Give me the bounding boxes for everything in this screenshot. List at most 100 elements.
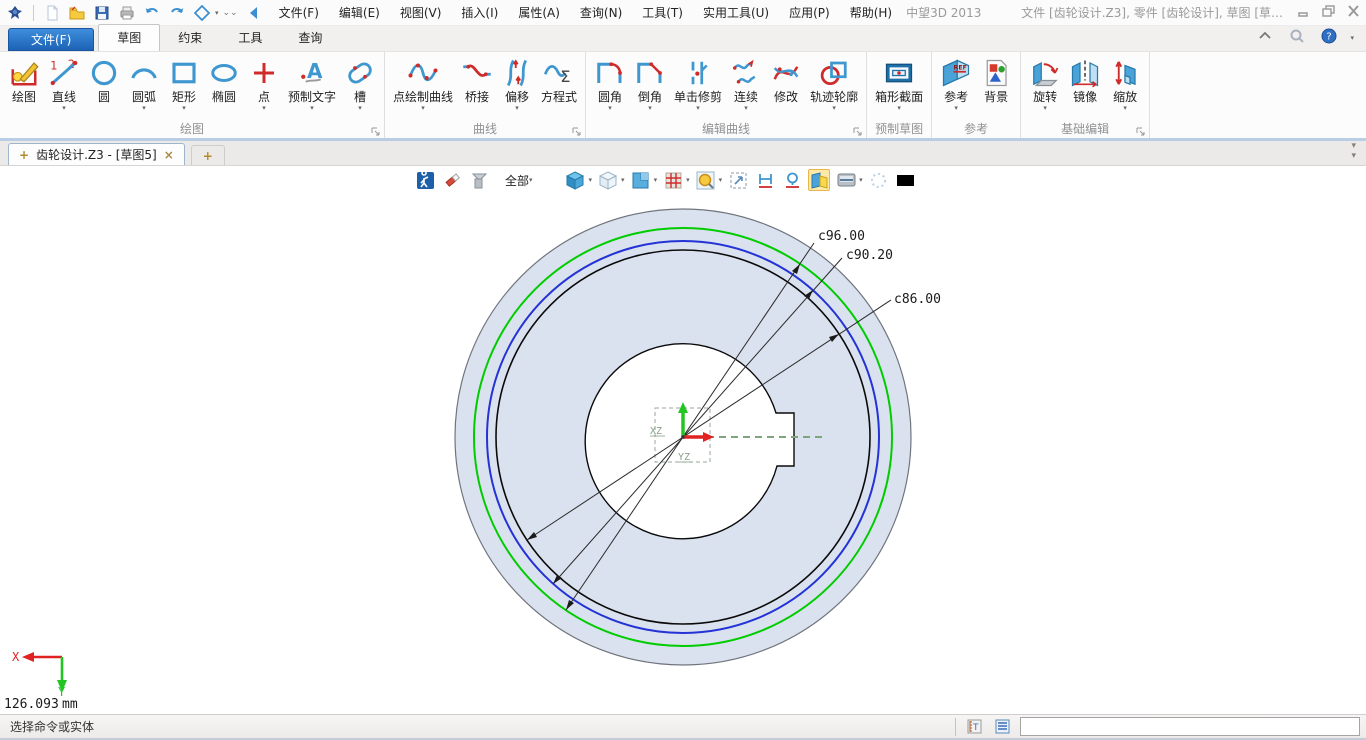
- chevron-down-icon[interactable]: ▾: [719, 176, 723, 184]
- command-input[interactable]: [1020, 717, 1360, 736]
- scale-button[interactable]: 缩放: [1105, 55, 1145, 114]
- menu-tools[interactable]: 工具(T): [642, 4, 683, 21]
- eraser-icon[interactable]: [441, 169, 463, 191]
- chevron-down-icon[interactable]: ▾: [859, 176, 863, 184]
- sketch-plane-icon[interactable]: [808, 169, 830, 191]
- redo-icon[interactable]: [168, 4, 186, 22]
- reference-button[interactable]: REF 参考: [936, 55, 976, 114]
- point-curve-button[interactable]: 点绘制曲线: [389, 55, 457, 114]
- ready-text-button[interactable]: A 预制文字: [284, 55, 340, 114]
- menu-utilities[interactable]: 实用工具(U): [703, 4, 769, 21]
- dialog-launcher-icon[interactable]: [853, 126, 863, 136]
- circle-button[interactable]: 圆: [84, 55, 124, 114]
- grid-icon[interactable]: [662, 169, 684, 191]
- menu-file[interactable]: 文件(F): [279, 4, 319, 21]
- minimize-icon[interactable]: [1297, 5, 1310, 20]
- perpendicular-constraint-icon[interactable]: [781, 169, 803, 191]
- mirror-button[interactable]: 镜像: [1065, 55, 1105, 114]
- chevron-down-icon[interactable]: ▾: [621, 176, 625, 184]
- sketch-canvas[interactable]: c96.00 c90.20 c86.00 XZ YZ X Y 126.093 m…: [0, 166, 1366, 714]
- chevron-down-icon[interactable]: ▾: [654, 176, 658, 184]
- modify-button[interactable]: 修改: [766, 55, 806, 114]
- point-button[interactable]: 点: [244, 55, 284, 114]
- chevron-down-icon: [1123, 104, 1127, 113]
- dimension-label-d90[interactable]: c90.20: [846, 248, 893, 263]
- background-button[interactable]: 背景: [976, 55, 1016, 114]
- chevron-down-icon[interactable]: ▾: [1350, 34, 1354, 42]
- mirror-icon: [1069, 56, 1101, 90]
- open-file-icon[interactable]: [68, 4, 86, 22]
- arc-button[interactable]: 圆弧: [124, 55, 164, 114]
- document-tab-active[interactable]: + 齿轮设计.Z3 - [草图5] ×: [8, 143, 185, 165]
- toolbar-options-icon[interactable]: ⌄⌄: [223, 8, 238, 18]
- wireframe-view-icon[interactable]: [597, 169, 619, 191]
- rectangle-button[interactable]: 矩形: [164, 55, 204, 114]
- menu-view[interactable]: 视图(V): [400, 4, 442, 21]
- slot-button[interactable]: 槽: [340, 55, 380, 114]
- menu-insert[interactable]: 插入(I): [461, 4, 498, 21]
- continuity-button[interactable]: 连续: [726, 55, 766, 114]
- print-icon[interactable]: [118, 4, 136, 22]
- chevron-down-icon[interactable]: ▾: [686, 176, 690, 184]
- display-mode-icon[interactable]: [835, 169, 857, 191]
- menu-applications[interactable]: 应用(P): [789, 4, 830, 21]
- undo-icon[interactable]: [143, 4, 161, 22]
- dimension-label-d86[interactable]: c86.00: [894, 292, 941, 307]
- equation-button[interactable]: Σ 方程式: [537, 55, 581, 114]
- filter-icon[interactable]: [468, 169, 490, 191]
- help-icon[interactable]: ?: [1321, 28, 1337, 47]
- back-icon[interactable]: [245, 4, 263, 22]
- input-options-icon[interactable]: T: [964, 717, 984, 737]
- restore-icon[interactable]: [1322, 5, 1335, 20]
- chamfer-button[interactable]: 倒角: [630, 55, 670, 114]
- zoom-extents-icon[interactable]: [727, 169, 749, 191]
- tab-inquire[interactable]: 查询: [280, 25, 340, 51]
- box-section-button[interactable]: 箱形截面: [871, 55, 927, 114]
- collapse-ribbon-icon[interactable]: [1257, 28, 1273, 47]
- readout-unit: mm: [62, 697, 78, 712]
- close-icon[interactable]: [1347, 5, 1360, 20]
- draw-button[interactable]: 绘图: [4, 55, 44, 114]
- ellipse-button[interactable]: 椭圆: [204, 55, 244, 114]
- dialog-launcher-icon[interactable]: [572, 126, 582, 136]
- dialog-launcher-icon[interactable]: [1136, 126, 1146, 136]
- bridge-curve-icon: [461, 56, 493, 90]
- bridge-button[interactable]: 桥接: [457, 55, 497, 114]
- shaded-view-icon[interactable]: [565, 169, 587, 191]
- one-click-trim-button[interactable]: 单击修剪: [670, 55, 726, 114]
- new-document-tab-button[interactable]: +: [191, 145, 225, 165]
- chevron-down-icon[interactable]: ▾: [215, 9, 219, 17]
- search-icon[interactable]: [1289, 28, 1305, 47]
- save-file-icon[interactable]: [93, 4, 111, 22]
- tab-constraints[interactable]: 约束: [160, 25, 220, 51]
- tab-tools[interactable]: 工具: [220, 25, 280, 51]
- menu-attributes[interactable]: 属性(A): [518, 4, 560, 21]
- chevron-down-icon[interactable]: ▾: [589, 176, 593, 184]
- fillet-button[interactable]: 圆角: [590, 55, 630, 114]
- dialog-launcher-icon[interactable]: [371, 126, 381, 136]
- file-menu-button[interactable]: 文件(F): [8, 28, 94, 51]
- color-swatch-black-icon[interactable]: [895, 169, 917, 191]
- horizontal-constraint-icon[interactable]: [754, 169, 776, 191]
- line-button[interactable]: 12 直线: [44, 55, 84, 114]
- regen-icon[interactable]: [193, 4, 211, 22]
- drawing-canvas-area[interactable]: 全部 ▾ ▾ ▾ ▾ ▾ ▾ ▾: [0, 166, 1366, 714]
- command-history-icon[interactable]: [992, 717, 1012, 737]
- close-tab-icon[interactable]: ×: [164, 148, 174, 162]
- rotate-button[interactable]: 旋转: [1025, 55, 1065, 114]
- menu-inquire[interactable]: 查询(N): [580, 4, 622, 21]
- offset-button[interactable]: 偏移: [497, 55, 537, 114]
- new-file-icon[interactable]: [43, 4, 61, 22]
- dotted-circle-icon[interactable]: [868, 169, 890, 191]
- view-orientation-icon[interactable]: [630, 169, 652, 191]
- tab-list-icon[interactable]: ▾▾: [1341, 141, 1366, 165]
- zoom-circle-icon[interactable]: [695, 169, 717, 191]
- menu-help[interactable]: 帮助(H): [850, 4, 892, 21]
- group-label-edit-curve: 编辑曲线: [586, 121, 866, 138]
- tab-sketch[interactable]: 草图: [98, 24, 160, 51]
- dimension-label-d96[interactable]: c96.00: [818, 229, 865, 244]
- trace-profile-button[interactable]: 轨迹轮廓: [806, 55, 862, 114]
- filter-dropdown[interactable]: 全部 ▾: [505, 172, 533, 189]
- exit-sketch-icon[interactable]: [414, 169, 436, 191]
- menu-edit[interactable]: 编辑(E): [339, 4, 380, 21]
